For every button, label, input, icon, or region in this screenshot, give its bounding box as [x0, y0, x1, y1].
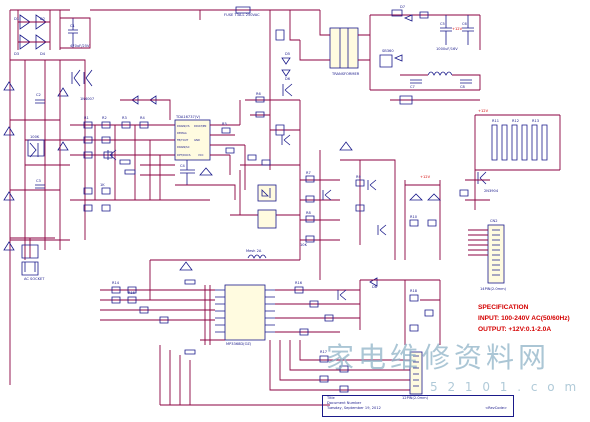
cap-label: C6	[462, 22, 468, 26]
diode-label: D5	[285, 52, 290, 56]
cap-label: C3	[36, 179, 41, 183]
connector-label: CN2	[490, 219, 497, 223]
value-label: SB360	[382, 49, 394, 53]
plus12v-label-3: +12V	[420, 175, 431, 179]
cap-label: C2	[36, 93, 41, 97]
fuse-label: FUSE T3A-L 250VAC	[224, 13, 260, 17]
resistor-label: R9	[356, 175, 361, 179]
resistor-label: R7	[306, 171, 311, 175]
ic-pin-6: GND	[194, 138, 200, 142]
ic-pin-2: DEMAG	[177, 131, 187, 135]
diode-label: D3	[14, 52, 19, 56]
value-label: 1000uF/16V	[436, 47, 458, 51]
part-designators: D1 D2 D3 D4 D5 D6 D7 D8 R1 R2 R3 R4 R5 R…	[14, 5, 539, 354]
ic-pin-3: FB/TOUT	[177, 138, 189, 142]
cap-label: C7	[410, 85, 415, 89]
resistor-label: R16	[295, 281, 303, 285]
value-label: 100K	[30, 135, 40, 139]
tda-chip-label: TDA16737(V)	[175, 115, 201, 119]
diode-label: D1	[14, 17, 19, 21]
pwm-inverter	[100, 254, 441, 406]
plus12v-label: +12V	[452, 27, 463, 31]
input-section	[3, 9, 93, 385]
value-label: 10K	[300, 243, 308, 247]
title-block: Title Document Number Tuesday, September…	[322, 395, 514, 417]
resistor-label: R3	[122, 116, 127, 120]
value-label: 470uF/25V	[70, 44, 90, 48]
cap-label: C8	[460, 85, 466, 89]
schematic-sheet: +12V +12V +12V FUSE T3A-L 250VAC AC SOCK…	[0, 0, 590, 418]
transformer	[299, 10, 370, 69]
connector-cn2	[468, 224, 505, 284]
inductor-label: Mesh 2A	[246, 249, 262, 253]
resistor-label: R12	[512, 119, 519, 123]
resistor-label: R5	[222, 122, 227, 126]
resistor-label: R6	[256, 92, 261, 96]
primary-control	[70, 95, 246, 212]
plus12v-label-2: +12V	[478, 109, 489, 113]
ic-pin-1: DRAIN/VS	[177, 124, 190, 128]
resistor-label: R18	[410, 289, 418, 293]
title-block-rev: <RevCode>	[485, 406, 507, 410]
resistor-label: R11	[492, 119, 499, 123]
specification-block: SPECIFICATION INPUT: 100-240V AC(50/60Hz…	[478, 302, 570, 335]
diode-label: D6	[285, 77, 291, 81]
ac-socket-label: AC SOCKET	[24, 277, 45, 281]
value-label: 1K	[100, 183, 105, 187]
watermark-url: 5 2 1 0 1 . c o m	[430, 380, 580, 394]
diode-label: D8	[372, 285, 378, 289]
resistor-label: R8	[306, 211, 311, 215]
feedback	[230, 141, 441, 280]
resistor-label: R1	[84, 116, 89, 120]
ic-pin-7: DPT/DOCS	[177, 153, 191, 157]
resistor-label: R2	[102, 116, 107, 120]
ic-pin-5: DDIAT/PN	[194, 124, 206, 128]
resistor-array	[459, 114, 561, 210]
resistor-label: R14	[112, 281, 120, 285]
ic-pin-4: DRAIN/SC	[177, 145, 190, 149]
connector-pin-label: 14PIN(2.0mm)	[480, 287, 507, 291]
value-label: 1N4007	[80, 97, 94, 101]
pwm-chip-label: MP3368D(OZ)	[226, 342, 252, 346]
pwm-chip	[224, 284, 266, 341]
cap-label: C4	[180, 164, 186, 168]
watermark-text: 家电维修资料网	[326, 341, 551, 374]
resistor-label: R10	[410, 215, 418, 219]
resistor-label: R4	[140, 116, 145, 120]
diode-label: D4	[40, 52, 46, 56]
diode-label: D7	[400, 5, 405, 9]
spec-output: OUTPUT: +12V:0.1-2.0A	[478, 326, 552, 333]
ic-pin-8: VCC	[198, 153, 204, 157]
spec-heading: SPECIFICATION	[478, 304, 529, 311]
diode-label: D2	[40, 17, 45, 21]
resistor-label: R15	[128, 291, 135, 295]
resistor-label: R13	[532, 119, 539, 123]
cap-label: C5	[440, 22, 445, 26]
cap-label: C1	[70, 24, 75, 28]
value-label: 2N3904	[484, 189, 499, 193]
spec-input: INPUT: 100-240V AC(50/60Hz)	[478, 315, 570, 322]
transformer-label: TRANSFORMER	[331, 72, 360, 76]
